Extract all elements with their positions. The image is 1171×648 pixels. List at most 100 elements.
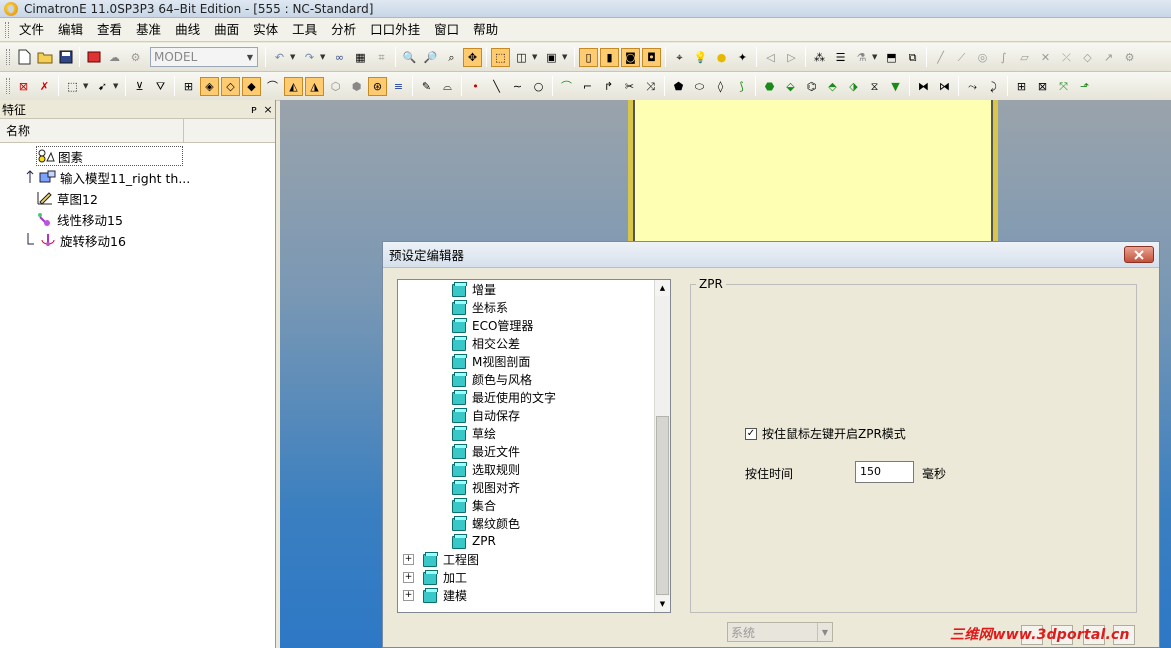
unselect-icon[interactable]: ✗ xyxy=(35,77,54,96)
surface-tool-1-icon[interactable]: ⬟ xyxy=(669,77,688,96)
scroll-down-icon[interactable]: ▼ xyxy=(655,596,670,612)
view-dropdown-icon[interactable]: ▼ xyxy=(532,53,539,61)
select-all-icon[interactable]: ⊞ xyxy=(179,77,198,96)
zpr-checkbox-row[interactable]: ✓ 按住鼠标左键开启ZPR模式 xyxy=(745,425,906,442)
model-combo[interactable]: MODEL ▼ xyxy=(150,47,258,67)
feature-item-import-model[interactable]: 输入模型11_right th... xyxy=(24,167,190,187)
zoom-window-icon[interactable]: 🔎 xyxy=(421,48,440,67)
offset-curve-icon[interactable]: ↱ xyxy=(599,77,618,96)
cloud-icon[interactable]: ☁ xyxy=(105,48,124,67)
pin-icon[interactable]: ᴘ xyxy=(247,103,261,116)
system-combo[interactable]: 系统 ▼ xyxy=(727,622,833,642)
undo-icon[interactable]: ↶ xyxy=(270,48,289,67)
select-surface-icon[interactable]: ⬡ xyxy=(326,77,345,96)
select-datum-icon[interactable]: ⬢ xyxy=(347,77,366,96)
delete-tool-icon[interactable]: ⤫ xyxy=(1057,48,1076,67)
menu-curve[interactable]: 曲线 xyxy=(168,18,207,42)
view-iso-icon[interactable]: ◫ xyxy=(512,48,531,67)
tree-item[interactable]: 螺纹颜色 xyxy=(451,514,520,532)
settings-tool-icon[interactable]: ⚙ xyxy=(1120,48,1139,67)
tree-root-drawing[interactable]: + 工程图 xyxy=(403,550,479,568)
light-settings-icon[interactable]: ✦ xyxy=(733,48,752,67)
polyline-tool-icon[interactable]: ⟋ xyxy=(952,48,971,67)
transform-icon[interactable]: ⚙ xyxy=(126,48,145,67)
surface-tool-4-icon[interactable]: ⟆ xyxy=(732,77,751,96)
shade-mode-4-icon[interactable]: ◘ xyxy=(642,47,661,67)
solid-tool-4-icon[interactable]: ⬘ xyxy=(823,77,842,96)
arrow-dropdown-icon[interactable]: ▼ xyxy=(113,82,120,90)
undo-dropdown-icon[interactable]: ▼ xyxy=(290,53,297,61)
save-icon[interactable] xyxy=(56,48,75,67)
line-tool-icon[interactable]: ╱ xyxy=(931,48,950,67)
filter-icon[interactable]: ⚗ xyxy=(852,48,871,67)
point-tool-icon[interactable]: • xyxy=(466,77,485,96)
tree-item-zpr[interactable]: ZPR xyxy=(451,532,496,550)
profile-tool-icon[interactable]: ⌓ xyxy=(438,77,457,96)
feature-item-layers[interactable]: 图素 xyxy=(36,146,183,166)
dialog-close-button[interactable] xyxy=(1124,246,1154,263)
select-curve-icon[interactable]: ⌒ xyxy=(263,77,282,96)
select-tool-icon[interactable]: ⌗ xyxy=(372,48,391,67)
object-icon[interactable]: ⬒ xyxy=(882,48,901,67)
link-icon[interactable]: ∞ xyxy=(330,48,349,67)
solid-tool-6-icon[interactable]: ⧖ xyxy=(865,77,884,96)
fillet-curve-icon[interactable]: ⌒ xyxy=(557,77,576,96)
render-dropdown-icon[interactable]: ▼ xyxy=(562,53,569,61)
pick-mode-icon[interactable]: ⬚ xyxy=(63,77,82,96)
analysis-tool-4-icon[interactable]: ⬏ xyxy=(1075,77,1094,96)
select-face-icon[interactable]: ◈ xyxy=(200,76,219,96)
analysis-tool-2-icon[interactable]: ⊠ xyxy=(1033,77,1052,96)
expand-icon[interactable]: + xyxy=(403,553,414,565)
zoom-dynamic-icon[interactable]: ⌕ xyxy=(442,48,461,67)
tree-item[interactable]: 选取规则 xyxy=(451,460,520,478)
menu-plugin[interactable]: 口口外挂 xyxy=(363,18,427,42)
menu-file[interactable]: 文件 xyxy=(12,18,51,42)
tree-item[interactable]: 集合 xyxy=(451,496,496,514)
analysis-tool-3-icon[interactable]: ⤧ xyxy=(1054,77,1073,96)
close-icon[interactable]: × xyxy=(261,103,275,116)
new-file-icon[interactable] xyxy=(14,48,33,67)
tree-item[interactable]: 最近使用的文字 xyxy=(451,388,556,406)
column-name[interactable]: 名称 xyxy=(0,118,184,143)
select-solid-icon[interactable]: ◭ xyxy=(284,76,303,96)
scroll-thumb[interactable] xyxy=(656,416,669,595)
measure-icon[interactable]: ⌖ xyxy=(670,48,689,67)
zoom-fit-icon[interactable]: 🔍 xyxy=(400,48,419,67)
model-icon[interactable] xyxy=(84,48,103,67)
solid-tool-7-icon[interactable]: ▼ xyxy=(886,77,905,96)
menu-analysis[interactable]: 分析 xyxy=(324,18,363,42)
rotate-tool-icon[interactable]: ⤸ xyxy=(984,77,1003,96)
select-group-icon[interactable]: ⊛ xyxy=(368,76,387,96)
trim-tool-icon[interactable]: ✕ xyxy=(1036,48,1055,67)
trim-curve-icon[interactable]: ✂ xyxy=(620,77,639,96)
scroll-up-icon[interactable]: ▲ xyxy=(655,280,670,296)
tree-root-machining[interactable]: + 加工 xyxy=(403,568,467,586)
menu-edit[interactable]: 编辑 xyxy=(51,18,90,42)
move-tool-icon[interactable]: ⤳ xyxy=(963,77,982,96)
surface-tool-2-icon[interactable]: ⬭ xyxy=(690,77,709,96)
line2-tool-icon[interactable]: ╲ xyxy=(487,77,506,96)
list-icon[interactable]: ≡ xyxy=(389,77,408,96)
tree-item[interactable]: 草绘 xyxy=(451,424,496,442)
tree-item[interactable]: 视图对齐 xyxy=(451,478,520,496)
copy-object-icon[interactable]: ⧉ xyxy=(903,48,922,67)
open-file-icon[interactable] xyxy=(35,48,54,67)
solid-tool-2-icon[interactable]: ⬙ xyxy=(781,77,800,96)
dialog-title-bar[interactable]: 预设定编辑器 xyxy=(383,242,1159,268)
mirror-tool-icon[interactable]: ⧓ xyxy=(914,77,933,96)
solid-tool-3-icon[interactable]: ⌬ xyxy=(802,77,821,96)
layer-icon[interactable]: ☰ xyxy=(831,48,850,67)
back-icon[interactable]: ◁ xyxy=(761,48,780,67)
tree-item[interactable]: 自动保存 xyxy=(451,406,520,424)
copy-tool-icon[interactable]: ⧒ xyxy=(935,77,954,96)
light-on-icon[interactable]: ● xyxy=(712,48,731,67)
curve2-tool-icon[interactable]: ∼ xyxy=(508,77,527,96)
expand-icon[interactable]: + xyxy=(403,571,414,583)
solid-tool-1-icon[interactable]: ⬣ xyxy=(760,77,779,96)
light-off-icon[interactable]: 💡 xyxy=(691,48,710,67)
redo-dropdown-icon[interactable]: ▼ xyxy=(320,53,327,61)
tree-scrollbar[interactable]: ▲ ▼ xyxy=(654,280,670,612)
model-part-face[interactable] xyxy=(628,100,998,242)
pick-arrow-icon[interactable]: ➹ xyxy=(93,77,112,96)
tree-item[interactable]: M视图剖面 xyxy=(451,352,530,370)
